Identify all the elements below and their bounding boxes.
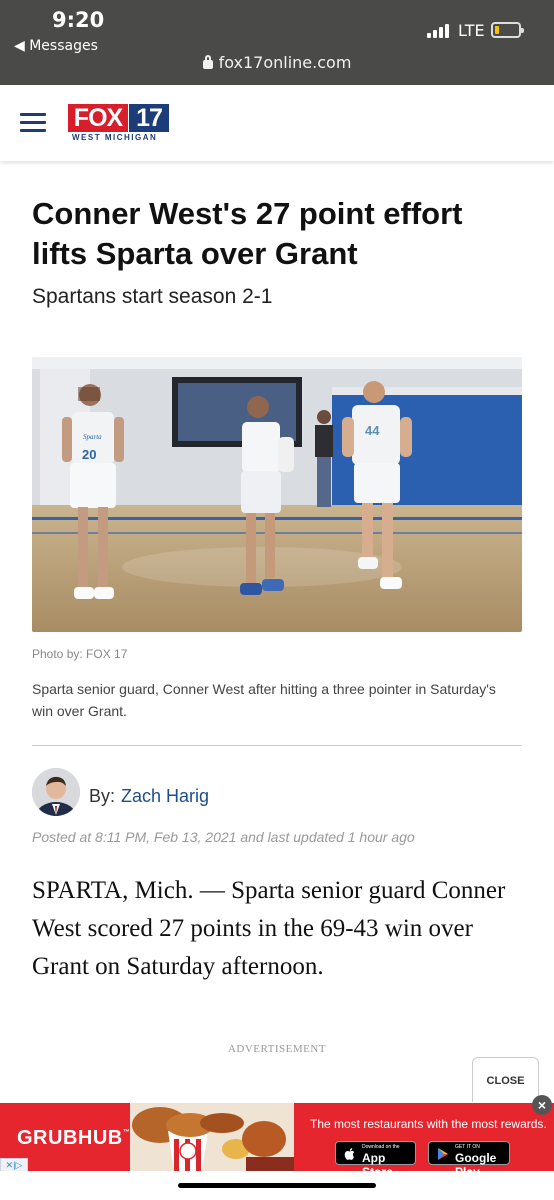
network-type: LTE <box>458 21 485 40</box>
byline-prefix: By: <box>89 786 116 806</box>
ad-brand: GRUBHUB™ <box>17 1127 131 1149</box>
app-store-badge[interactable]: Download on the App Store <box>335 1141 416 1179</box>
play-store-icon <box>438 1148 448 1160</box>
dismiss-ad-icon[interactable]: × <box>532 1095 552 1115</box>
home-indicator[interactable] <box>178 1183 376 1188</box>
author-avatar[interactable] <box>32 768 80 816</box>
playstore-small-text: GET IT ON <box>455 1144 480 1150</box>
article-photo[interactable]: Sparta 20 44 <box>32 357 522 632</box>
grubhub-ad[interactable]: GRUBHUB™ The most restaurants with the m… <box>0 1103 554 1179</box>
battery-icon <box>491 22 524 38</box>
jersey-number-right: 44 <box>365 423 380 438</box>
status-bar: 9:20 ◀ Messages LTE fox17online.com <box>0 0 554 85</box>
adchoices-icon[interactable]: ✕|▷ <box>0 1158 28 1172</box>
logo-brand: FOX <box>68 104 128 132</box>
address-bar[interactable]: fox17online.com <box>0 53 554 72</box>
url-text: fox17online.com <box>218 53 352 72</box>
ad-tagline: The most restaurants with the most rewar… <box>310 1117 547 1131</box>
photo-credit: Photo by: FOX 17 <box>32 647 128 661</box>
ad-food-image <box>130 1103 294 1171</box>
article-subheadline: Spartans start season 2-1 <box>32 285 273 308</box>
menu-icon[interactable] <box>20 113 46 133</box>
google-play-badge[interactable]: GET IT ON Google Play <box>428 1141 510 1179</box>
logo-number: 17 <box>129 104 169 132</box>
article-body: SPARTA, Mich. — Sparta senior guard Conn… <box>32 877 506 980</box>
photo-caption: Sparta senior guard, Conner West after h… <box>32 681 496 719</box>
advertisement-label: ADVERTISEMENT <box>227 1043 327 1055</box>
logo-subtitle: WEST MICHIGAN <box>72 133 158 142</box>
signal-icon <box>427 22 453 38</box>
fox17-logo[interactable]: FOX 17 WEST MICHIGAN <box>68 104 170 144</box>
posted-timestamp: Posted at 8:11 PM, Feb 13, 2021 and last… <box>32 829 415 845</box>
apple-icon <box>344 1148 355 1160</box>
close-ad-button[interactable]: CLOSE <box>472 1057 539 1102</box>
author-link[interactable]: Zach Harig <box>121 786 209 806</box>
status-time: 9:20 <box>52 8 105 32</box>
byline: By: Zach Harig <box>89 786 209 807</box>
divider <box>32 745 522 746</box>
appstore-small-text: Download on the <box>362 1144 400 1150</box>
jersey-script: Sparta <box>83 433 102 441</box>
article-headline: Conner West's 27 point effort lifts Spar… <box>32 196 463 271</box>
lock-icon <box>202 55 213 69</box>
back-to-messages[interactable]: ◀ Messages <box>14 38 98 54</box>
jersey-number-left: 20 <box>82 447 96 462</box>
